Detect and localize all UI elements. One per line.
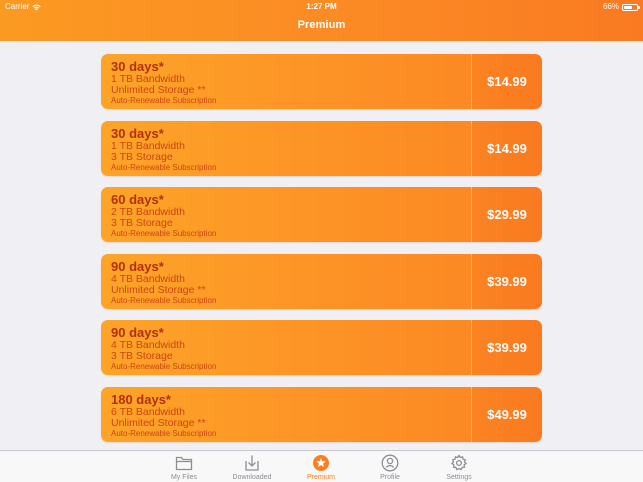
battery-indicator: 66% <box>602 0 640 14</box>
plan-info: 60 days* 2 TB Bandwidth 3 TB Storage Auto-R… <box>111 193 216 239</box>
battery-icon <box>622 3 640 11</box>
plan-price-button[interactable]: $29.99 <box>472 187 542 242</box>
plan-bandwidth: 1 TB Bandwidth <box>111 139 185 152</box>
tab-downloaded[interactable]: Downloaded <box>222 454 282 481</box>
plan-storage: Unlimited Storage ** <box>111 416 206 429</box>
clock: 1:27 PM <box>306 2 337 11</box>
plan-price-button[interactable]: $14.99 <box>472 120 542 176</box>
plan-storage: Unlimited Storage ** <box>111 84 206 96</box>
page-title: Premium <box>297 19 346 31</box>
battery-percentage: 66% <box>602 2 619 11</box>
status-bar: Carrier 1:27 PM 66% <box>0 0 643 14</box>
plan-price-button[interactable]: $39.99 <box>472 320 542 375</box>
plan-storage: Unlimited Storage ** <box>111 283 206 296</box>
tab-bar: My Files Downloaded Premium Profile Settings <box>0 450 643 482</box>
plan-card[interactable]: 30 days* 1 TB Bandwidth Unlimited Storage … <box>101 54 542 109</box>
tab-my-files[interactable]: My Files <box>154 454 214 481</box>
plan-card[interactable]: 180 days* 6 TB Bandwidth Unlimited Storage… <box>101 386 542 442</box>
plan-subscription-type: Auto-Renewable Subscription <box>111 96 217 105</box>
tab-settings[interactable]: Settings <box>429 454 489 481</box>
tab-label: My Files <box>170 474 198 481</box>
tab-label: Downloaded <box>232 474 272 481</box>
plan-info: 90 days* 4 TB Bandwidth Unlimited Storage … <box>111 258 217 306</box>
tab-premium[interactable]: Premium <box>291 454 351 481</box>
plan-card[interactable]: 60 days* 2 TB Bandwidth 3 TB Storage Auto-R… <box>101 187 542 242</box>
plan-storage: 3 TB Storage <box>111 350 173 362</box>
folder-icon <box>175 456 193 471</box>
plan-info: 30 days* 1 TB Bandwidth Unlimited Storage … <box>111 60 216 106</box>
plan-duration: 90 days* <box>111 258 164 274</box>
download-icon <box>245 455 259 471</box>
star-icon <box>313 455 329 471</box>
plan-price-button[interactable]: $39.99 <box>472 253 542 309</box>
plan-storage: 3 TB Storage <box>111 150 173 163</box>
plan-subscription-type: Auto-Renewable Subscription <box>111 428 217 438</box>
plan-info: 180 days* 6 TB Bandwidth Unlimited Storage… <box>111 391 217 439</box>
plan-subscription-type: Auto-Renewable Subscription <box>111 229 217 238</box>
plan-card[interactable]: 30 days* 1 TB Bandwidth 3 TB Storage Auto-R… <box>101 120 542 176</box>
navigation-header: Carrier 1:27 PM 66% Premium <box>0 0 643 41</box>
plan-duration: 30 days* <box>111 59 164 74</box>
tab-label: Premium <box>306 474 335 481</box>
plan-bandwidth: 4 TB Bandwidth <box>111 272 185 285</box>
plan-info: 90 days* 4 TB Bandwidth 3 TB Storage Auto-R… <box>111 326 216 372</box>
plan-subscription-type: Auto-Renewable Subscription <box>111 162 217 172</box>
tab-profile[interactable]: Profile <box>360 454 420 481</box>
plans-list: 30 days* 1 TB Bandwidth Unlimited Storage … <box>101 54 542 453</box>
tab-label: Settings <box>446 474 472 481</box>
plan-bandwidth: 6 TB Bandwidth <box>111 405 185 418</box>
plan-card[interactable]: 90 days* 4 TB Bandwidth 3 TB Storage Auto-R… <box>101 320 542 375</box>
plan-subscription-type: Auto-Renewable Subscription <box>111 362 217 371</box>
plan-info: 30 days* 1 TB Bandwidth 3 TB Storage Auto-R… <box>111 125 217 173</box>
plan-duration: 30 days* <box>111 125 164 141</box>
plan-card[interactable]: 90 days* 4 TB Bandwidth Unlimited Storage … <box>101 253 542 309</box>
plan-subscription-type: Auto-Renewable Subscription <box>111 295 217 305</box>
gear-icon <box>451 454 467 471</box>
plan-price-button[interactable]: $14.99 <box>472 54 542 109</box>
plan-duration: 180 days* <box>111 391 171 407</box>
plan-storage: 3 TB Storage <box>111 217 173 229</box>
plan-price-button[interactable]: $49.99 <box>472 386 542 442</box>
plan-duration: 90 days* <box>111 325 164 340</box>
plan-duration: 60 days* <box>111 192 164 207</box>
profile-icon <box>381 454 399 472</box>
tab-label: Profile <box>380 474 400 481</box>
